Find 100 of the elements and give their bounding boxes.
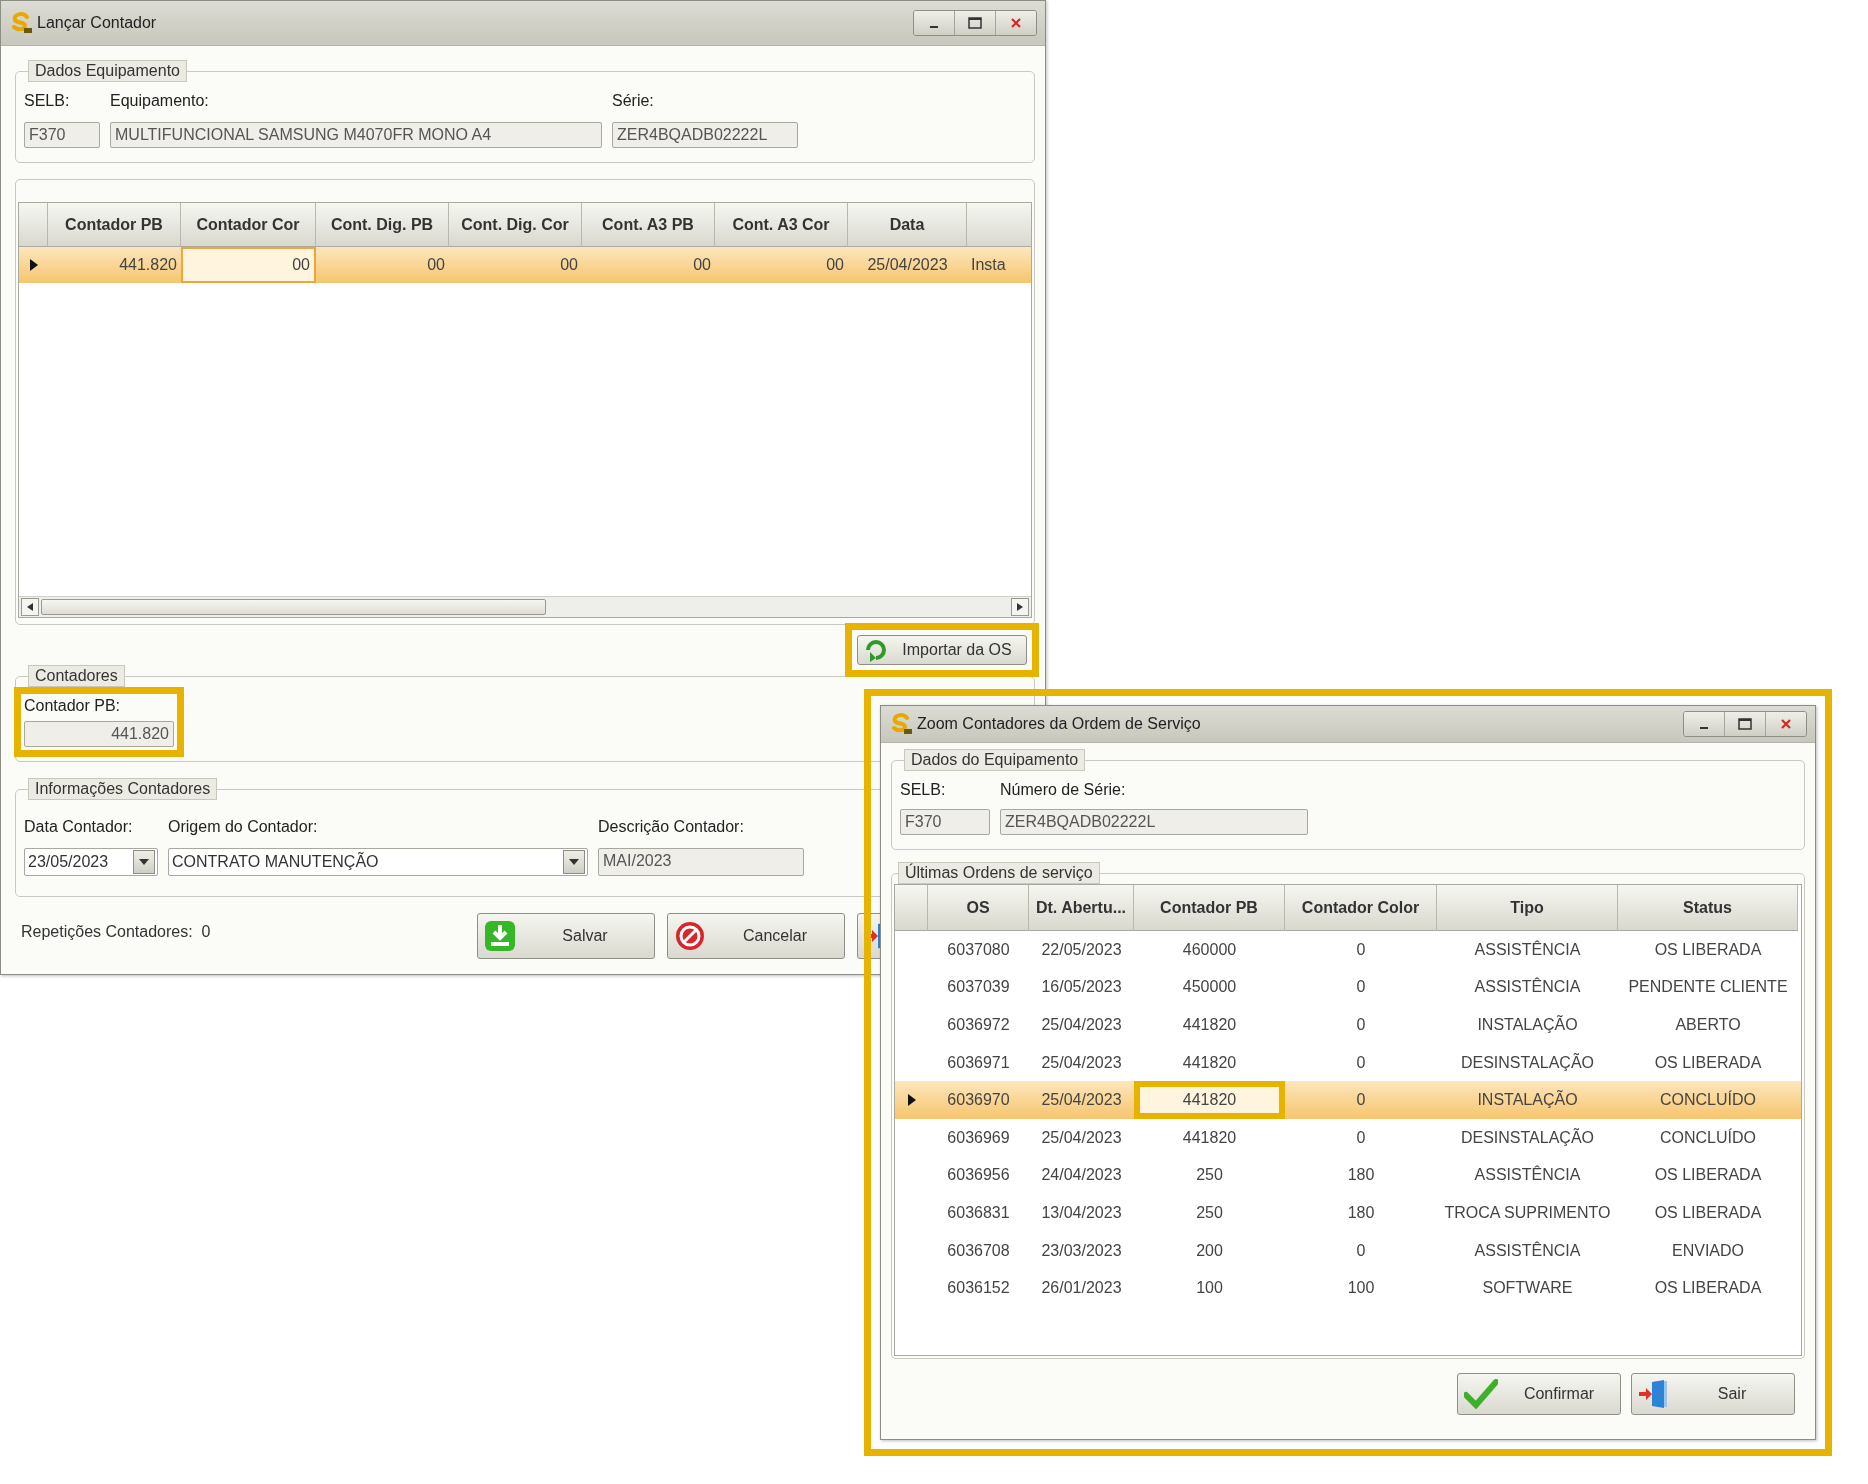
field-label: Série: <box>612 92 655 110</box>
table-cell-text: ENVIADO <box>1671 1240 1745 1261</box>
table-cell-text: TROCA SUPRIMENTO <box>1443 1202 1612 1223</box>
import-button[interactable]: Importar da OS <box>857 635 1027 665</box>
dropdown-field[interactable]: 23/05/2023 <box>24 848 158 876</box>
table-cell-text: 6036971 <box>946 1052 1011 1073</box>
window-title: Zoom Contadores da Ordem de Serviço <box>917 715 1202 733</box>
column-header[interactable]: Cont. Dig. PB <box>316 203 449 247</box>
maximize-icon <box>968 17 982 29</box>
table-cell-text: 441820 <box>1181 1127 1238 1148</box>
column-header[interactable] <box>967 203 1031 247</box>
column-header[interactable]: Cont. Dig. Cor <box>449 203 582 247</box>
table-cell-text: Insta <box>970 255 1007 275</box>
grid-row[interactable]: 441.820 00 00 00 00 00 25/04/2023 Insta <box>19 247 1031 283</box>
logo-icon <box>9 12 33 34</box>
table-cell-text: OS LIBERADA <box>1653 939 1763 960</box>
group-title: Dados Equipamento <box>28 60 187 82</box>
table-cell-text: 0 <box>1355 939 1367 960</box>
table-cell-text: 25/04/2023 <box>1040 1052 1123 1073</box>
save-button[interactable]: Salvar <box>477 913 655 959</box>
column-header[interactable]: Cont. A3 PB <box>582 203 715 247</box>
maximize-button[interactable] <box>1724 712 1765 736</box>
table-cell-text: ASSISTÊNCIA <box>1473 1240 1582 1261</box>
table-cell-text: CONCLUÍDO <box>1659 1089 1757 1111</box>
exit-button[interactable]: Sair <box>1631 1373 1795 1415</box>
column-header[interactable]: Contador Color <box>1285 885 1437 931</box>
text-field[interactable]: MAI/2023 <box>598 848 804 876</box>
table-cell-text: OS LIBERADA <box>1653 1165 1763 1186</box>
table-cell: 441820 <box>1134 1081 1285 1119</box>
close-icon <box>1780 718 1792 730</box>
group-title: Dados do Equipamento <box>904 749 1086 771</box>
text-field[interactable]: F370 <box>900 809 990 835</box>
logo-icon <box>889 713 913 735</box>
column-header[interactable]: Tipo <box>1437 885 1618 931</box>
column-header[interactable]: Data <box>848 203 967 247</box>
table-cell-text: OS LIBERADA <box>1653 1278 1763 1299</box>
horizontal-scrollbar[interactable] <box>19 596 1031 617</box>
column-header[interactable]: Status <box>1618 885 1798 931</box>
table-cell-text: 00 <box>825 255 845 275</box>
table-cell-text: 00 <box>426 255 446 275</box>
minimize-icon <box>1700 727 1708 729</box>
column-header[interactable]: Contador Cor <box>181 203 316 247</box>
table-cell-text: 0 <box>1355 1052 1367 1073</box>
group-title: Últimas Ordens de serviço <box>898 862 1100 884</box>
right-arrow-icon <box>1017 603 1023 611</box>
table-cell-text: 0 <box>1355 977 1367 998</box>
repetitions-text: Repetições Contadores: 0 <box>21 923 211 941</box>
maximize-icon <box>1738 718 1752 730</box>
field-label: Origem do Contador: <box>168 818 319 836</box>
caret-icon <box>139 859 149 865</box>
confirm-button[interactable]: Confirmar <box>1457 1373 1621 1415</box>
row-header-corner <box>895 885 928 931</box>
text-field[interactable]: ZER4BQADB02222L <box>1000 809 1308 835</box>
grid-row[interactable]: 6036970 25/04/2023 441820 0 INSTALAÇÃO CONCLUÍDO <box>895 1081 1801 1119</box>
caret-icon <box>569 859 579 865</box>
table-cell-text: 6036152 <box>946 1278 1011 1299</box>
table-cell-text: 0 <box>1355 1015 1367 1035</box>
table-cell-text: 16/05/2023 <box>1040 977 1123 998</box>
table-cell-text: 13/04/2023 <box>1040 1202 1123 1223</box>
maximize-button[interactable] <box>954 11 995 35</box>
checkmark-icon <box>1464 1379 1498 1409</box>
table-cell-text: ASSISTÊNCIA <box>1473 1164 1582 1186</box>
field-label: Número de Série: <box>1000 781 1127 799</box>
cancel-button[interactable]: Cancelar <box>667 913 845 959</box>
table-cell-text: 100 <box>1195 1278 1224 1299</box>
table-cell-text: 250 <box>1195 1165 1224 1186</box>
text-field[interactable]: ZER4BQADB02222L <box>612 122 798 148</box>
minimize-icon <box>930 26 938 28</box>
column-header[interactable]: OS <box>928 885 1029 931</box>
table-cell-text: 441820 <box>1181 1052 1238 1073</box>
text-field[interactable]: F370 <box>24 122 100 148</box>
table-cell-text: 6036831 <box>946 1202 1011 1223</box>
close-button[interactable] <box>1765 712 1806 736</box>
close-icon <box>1010 17 1022 29</box>
row-pointer-icon <box>29 259 38 271</box>
column-header[interactable]: Dt. Abertu... <box>1029 885 1134 931</box>
table-cell-text: 180 <box>1346 1202 1376 1223</box>
table-cell-text: 441820 <box>1181 1015 1238 1035</box>
table-cell-text: 6036970 <box>946 1090 1011 1111</box>
close-button[interactable] <box>995 11 1036 35</box>
text-field[interactable]: 441.820 <box>24 721 174 747</box>
column-header[interactable]: Cont. A3 Cor <box>715 203 848 247</box>
circular-arrow-icon <box>864 638 888 662</box>
column-header[interactable]: Contador PB <box>1134 885 1285 931</box>
dropdown-field[interactable]: CONTRATO MANUTENÇÃO <box>168 848 588 876</box>
field-label: Descrição Contador: <box>598 818 745 836</box>
table-cell-text: DESINSTALAÇÃO <box>1459 1127 1596 1148</box>
table-cell-text: 0 <box>1355 1090 1367 1111</box>
group-title: Informações Contadores <box>28 778 218 800</box>
group-title: Contadores <box>28 665 125 687</box>
table-cell-text: 22/05/2023 <box>1040 939 1123 960</box>
table-cell-text: 6037039 <box>946 977 1011 998</box>
table-cell-text: 0 <box>1355 1127 1367 1148</box>
table-cell-text: 200 <box>1195 1240 1224 1261</box>
table-cell-text: 00 <box>692 255 712 275</box>
text-field[interactable]: MULTIFUNCIONAL SAMSUNG M4070FR MONO A4 <box>110 122 602 148</box>
table-cell-text: INSTALAÇÃO <box>1476 1089 1579 1111</box>
table-cell-text: ASSISTÊNCIA <box>1473 976 1582 998</box>
column-header[interactable]: Contador PB <box>48 203 181 247</box>
table-cell: 00 <box>181 247 316 283</box>
